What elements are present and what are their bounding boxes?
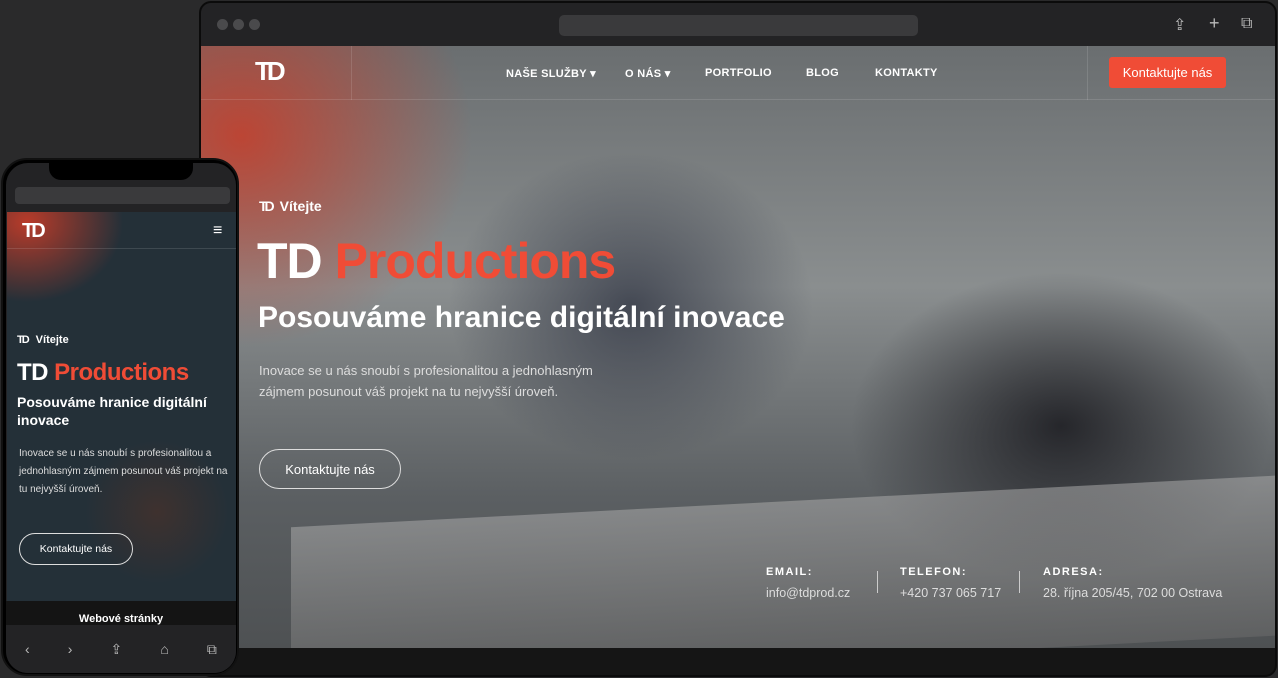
mobile-welcome-label: TD Vítejte xyxy=(17,334,69,346)
window-maximize-dot[interactable] xyxy=(249,19,260,30)
contact-address: ADRESA: 28. října 205/45, 702 00 Ostrava xyxy=(1043,566,1223,600)
td-logo-icon: TD xyxy=(259,198,275,214)
phone-link[interactable]: +420 737 065 717 xyxy=(900,586,1001,600)
hamburger-menu-icon[interactable]: ≡ xyxy=(213,222,222,240)
mobile-screen: TD ≡ TD Vítejte TD Productions Posouváme … xyxy=(6,163,236,673)
site-logo[interactable]: TD xyxy=(255,56,286,87)
hero-paragraph: Inovace se u nás snoubí s profesionalito… xyxy=(259,363,593,399)
share-icon[interactable]: ⇪ xyxy=(111,641,123,658)
new-tab-icon[interactable]: + xyxy=(1209,13,1220,34)
mobile-hero-subtitle: Posouváme hranice digitální inovace xyxy=(17,394,207,428)
email-link[interactable]: info@tdprod.cz xyxy=(766,586,850,600)
hero-subtitle: Posouváme hranice digitální inovace xyxy=(258,301,785,334)
contact-email: EMAIL: info@tdprod.cz xyxy=(766,566,851,600)
hero-contact-button[interactable]: Kontaktujte nás xyxy=(259,449,401,489)
mobile-hero-title: TD Productions xyxy=(17,359,189,386)
mobile-hero-paragraph: Inovace se u nás snoubí s profesionalito… xyxy=(19,448,228,495)
phone-notch xyxy=(49,160,193,180)
tabs-icon[interactable]: ⧉ xyxy=(1241,15,1252,33)
address-bar[interactable] xyxy=(559,15,918,36)
hero-title: TD Productions xyxy=(257,233,616,289)
contact-phone: TELEFON: +420 737 065 717 xyxy=(900,566,1002,600)
td-logo-icon: TD xyxy=(17,334,30,346)
mobile-next-section: Webové stránky xyxy=(6,601,236,625)
mobile-logo[interactable]: TD xyxy=(22,220,46,243)
mobile-address-bar[interactable] xyxy=(15,187,230,204)
window-close-dot[interactable] xyxy=(217,19,228,30)
nav-blog[interactable]: BLOG xyxy=(806,67,839,79)
welcome-label: TD Vítejte xyxy=(259,198,322,214)
desktop-browser-window: ⇪ + ⧉ TD NAŠE SLUŽBY ▾ O NÁS ▾ PORTFOLIO… xyxy=(199,1,1277,677)
contact-cta-button[interactable]: Kontaktujte nás xyxy=(1109,57,1226,88)
nav-portfolio[interactable]: PORTFOLIO xyxy=(705,67,772,79)
mobile-browser-toolbar: ‹ › ⇪ ⌂ ⧉ xyxy=(6,625,236,673)
window-minimize-dot[interactable] xyxy=(233,19,244,30)
tabs-icon[interactable]: ⧉ xyxy=(207,641,217,658)
browser-titlebar: ⇪ + ⧉ xyxy=(201,3,1275,46)
share-icon[interactable]: ⇪ xyxy=(1173,15,1186,35)
background-photo-table xyxy=(291,474,1275,648)
bookmarks-icon[interactable]: ⌂ xyxy=(160,641,168,657)
forward-icon[interactable]: › xyxy=(68,641,73,657)
back-icon[interactable]: ‹ xyxy=(25,641,30,657)
nav-nase-sluzby[interactable]: NAŠE SLUŽBY ▾ xyxy=(506,67,596,80)
mobile-contact-button[interactable]: Kontaktujte nás xyxy=(19,533,133,565)
hero-section: TD NAŠE SLUŽBY ▾ O NÁS ▾ PORTFOLIO BLOG … xyxy=(201,46,1275,648)
site-navbar: TD NAŠE SLUŽBY ▾ O NÁS ▾ PORTFOLIO BLOG … xyxy=(201,46,1275,100)
mobile-phone-frame: TD ≡ TD Vítejte TD Productions Posouváme … xyxy=(1,158,239,676)
mobile-hero: TD ≡ TD Vítejte TD Productions Posouváme … xyxy=(7,212,236,601)
nav-kontakty[interactable]: KONTAKTY xyxy=(875,67,938,79)
nav-o-nas[interactable]: O NÁS ▾ xyxy=(625,67,671,80)
